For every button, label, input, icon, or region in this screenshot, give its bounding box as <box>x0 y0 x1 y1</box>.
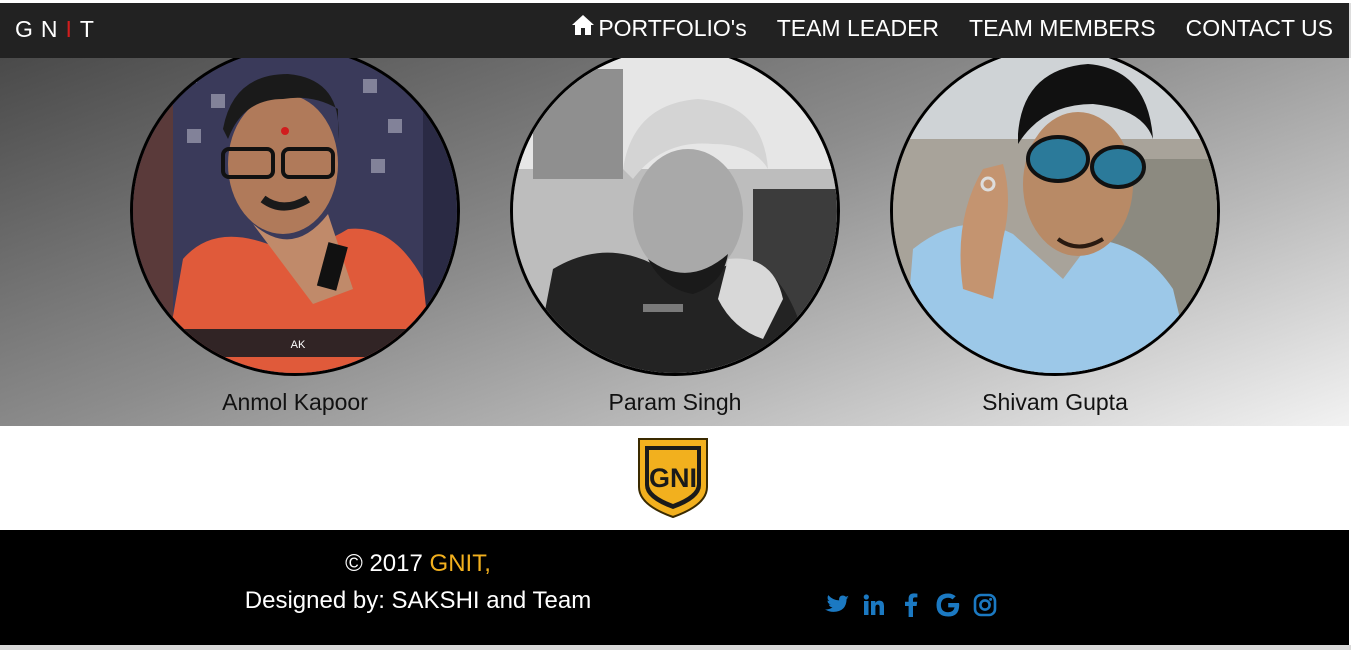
nav-team-leader-label: TEAM LEADER <box>776 14 940 41</box>
nav-team-members-label: TEAM MEMBERS <box>969 14 1156 41</box>
copyright-text: © 2017 <box>345 550 430 577</box>
nav-contact-us[interactable]: CONTACT US <box>1186 15 1333 42</box>
brand-letter-t: T <box>79 16 95 42</box>
logo-text: GNI <box>649 463 697 493</box>
member-photo: AK <box>130 58 460 376</box>
member-name: Shivam Gupta <box>982 389 1128 415</box>
nav-portfolio[interactable]: PORTFOLIO's <box>571 14 747 42</box>
twitter-icon[interactable] <box>823 591 851 619</box>
member-name: Anmol Kapoor <box>222 389 368 415</box>
brand-letter-i: I <box>65 16 73 42</box>
member-photo <box>510 58 840 376</box>
footer: © 2017 GNIT, Designed by: SAKSHI and Tea… <box>0 530 1349 645</box>
footer-brand[interactable]: GNIT, <box>430 550 491 577</box>
home-icon <box>571 14 598 42</box>
member-photo <box>890 58 1220 376</box>
nav-team-members[interactable]: TEAM MEMBERS <box>969 15 1156 42</box>
brand-letter-g: G <box>15 16 34 42</box>
instagram-icon[interactable] <box>971 591 999 619</box>
main-nav: PORTFOLIO's TEAM LEADER TEAM MEMBERS CON… <box>541 14 1333 42</box>
navbar: GNIT PORTFOLIO's TEAM LEADER TEAM MEMBER… <box>0 3 1351 58</box>
linkedin-icon[interactable] <box>860 591 888 619</box>
facebook-icon[interactable] <box>897 591 925 619</box>
member-name: Param Singh <box>608 389 742 415</box>
nav-team-leader[interactable]: TEAM LEADER <box>777 15 939 42</box>
footer-designed-by: Designed by: SAKSHI and Team <box>244 587 592 614</box>
social-links <box>823 591 1008 619</box>
footer-copyright: © 2017 GNIT, <box>0 550 836 578</box>
brand-logo[interactable]: GNIT <box>15 16 102 43</box>
nav-portfolio-label: PORTFOLIO's <box>598 14 747 41</box>
google-icon[interactable] <box>934 591 962 619</box>
nav-contact-us-label: CONTACT US <box>1185 14 1333 41</box>
photo-caption: AK <box>291 339 306 351</box>
college-logo: GNI <box>636 435 710 519</box>
brand-letter-n: N <box>40 16 59 42</box>
horizontal-scrollbar[interactable] <box>0 645 1351 650</box>
team-section: AK Anmol Kapoor Param Singh Shivam Gupta <box>0 58 1349 426</box>
